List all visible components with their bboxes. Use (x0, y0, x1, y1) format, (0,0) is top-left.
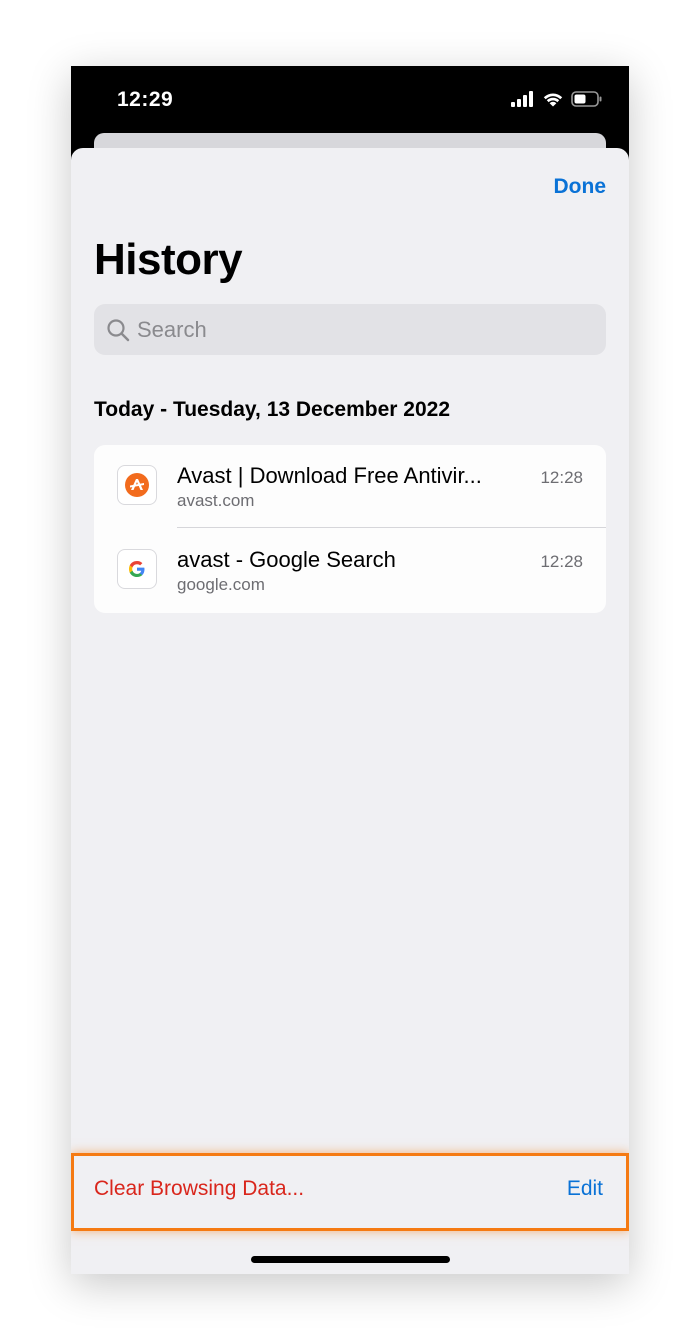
history-list: Avast | Download Free Antivir... avast.c… (94, 445, 606, 613)
history-item-google[interactable]: avast - Google Search google.com 12:28 (94, 529, 606, 612)
edit-button[interactable]: Edit (567, 1177, 603, 1201)
home-indicator[interactable] (251, 1256, 450, 1263)
status-time: 12:29 (117, 88, 174, 111)
history-item-domain: google.com (177, 575, 265, 594)
status-bar: 12:29 (71, 66, 629, 136)
avast-favicon-icon (117, 465, 157, 505)
google-logo-icon (129, 561, 145, 577)
wifi-icon (543, 93, 563, 107)
clear-browsing-data-button[interactable]: Clear Browsing Data... (94, 1177, 304, 1201)
history-item-domain: avast.com (177, 491, 255, 510)
avast-logo-icon (125, 473, 149, 497)
search-icon (107, 319, 130, 342)
phone-frame: 12:29 Done History Search Today - Tuesda… (71, 66, 629, 1274)
history-item-time: 12:28 (540, 552, 583, 571)
history-sheet: Done History Today - Tuesday, 13 Decembe… (71, 148, 629, 1274)
cellular-signal-icon (511, 91, 533, 107)
search-bar[interactable] (94, 304, 606, 355)
battery-icon (571, 91, 602, 107)
done-button[interactable]: Done (554, 175, 607, 199)
row-divider (177, 527, 606, 528)
history-item-avast[interactable]: Avast | Download Free Antivir... avast.c… (94, 445, 606, 528)
search-input[interactable] (137, 304, 587, 355)
google-favicon-icon (117, 549, 157, 589)
history-item-title: avast - Google Search (177, 547, 396, 572)
status-icons (511, 91, 603, 107)
history-item-title: Avast | Download Free Antivir... (177, 463, 482, 488)
history-item-time: 12:28 (540, 468, 583, 487)
section-header-today: Today - Tuesday, 13 December 2022 (94, 398, 450, 421)
bottom-toolbar: Clear Browsing Data... Edit (71, 1153, 629, 1231)
page-title: History (94, 235, 243, 284)
